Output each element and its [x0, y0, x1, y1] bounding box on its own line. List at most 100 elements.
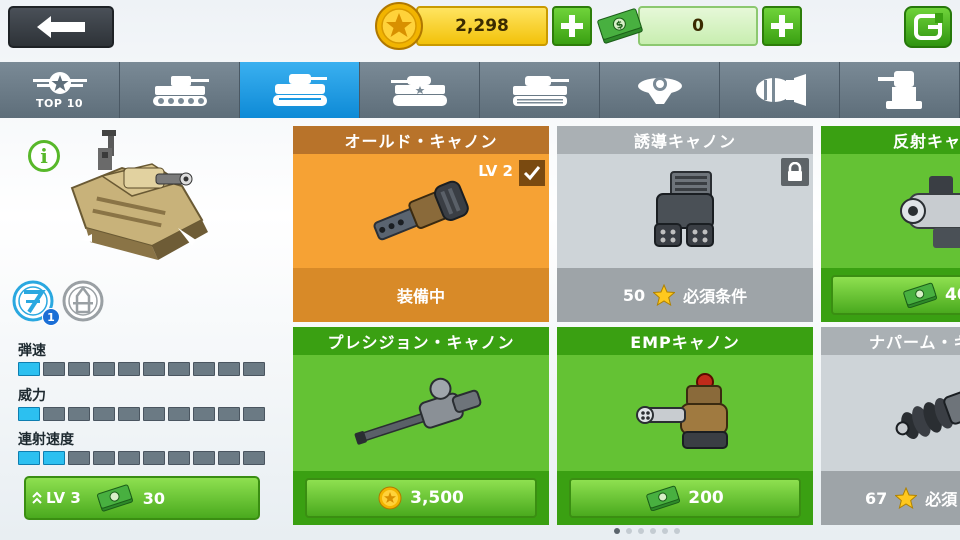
medium-tank-icon [390, 76, 447, 106]
piercing-ammo-icon[interactable] [62, 280, 104, 322]
stat-pip [243, 451, 265, 465]
card-title: 反射キャ [821, 126, 960, 154]
weapon-card-emp-cannon[interactable]: EMPキャノン 200 [557, 327, 813, 525]
stat-pip [43, 407, 65, 421]
weapon-card-old-cannon[interactable]: オールド・キャノン LV 2 装備中 [293, 126, 549, 322]
card-body [557, 154, 813, 268]
stat-label-speed: 弾速 [18, 343, 46, 359]
precision-cannon-image [354, 377, 482, 445]
old-cannon-image [373, 180, 469, 241]
upgrade-level-text: LV 3 [46, 489, 81, 507]
buy-button[interactable]: 200 [569, 478, 801, 518]
stat-pip [243, 407, 265, 421]
tab-top-10[interactable]: TOP 10 [0, 62, 120, 118]
tab-bomb[interactable] [720, 62, 840, 118]
page-dot[interactable] [650, 528, 656, 534]
cash-stack-icon: $ [597, 8, 643, 44]
card-title: ナパーム・キ [821, 327, 960, 355]
gameloft-button[interactable] [904, 6, 952, 48]
card-body [821, 355, 960, 471]
tab-turret[interactable] [840, 62, 960, 118]
upgrade-button[interactable]: LV 3 30 [24, 476, 260, 520]
card-title: EMPキャノン [557, 327, 813, 355]
back-button[interactable] [8, 6, 114, 48]
info-icon[interactable]: i [28, 140, 60, 172]
coin-balance: 2,298 [374, 2, 592, 50]
card-footer: 40 [821, 268, 960, 322]
page-dot[interactable] [614, 528, 620, 534]
category-tabs: TOP 10 [0, 62, 960, 118]
tab-tank[interactable] [120, 62, 240, 118]
stat-pip [93, 407, 115, 421]
weapon-card-napalm-cannon[interactable]: ナパーム・キ 67 必須 [821, 327, 960, 525]
star-emblem-icon [32, 72, 87, 94]
stat-pip [218, 362, 240, 376]
light-tank-icon [272, 74, 327, 106]
requirement-count: 67 [865, 488, 888, 508]
tab-hover-tank[interactable] [600, 62, 720, 118]
emp-cannon-image [636, 373, 728, 449]
tab-label: TOP 10 [35, 97, 84, 110]
stat-bar-speed [18, 362, 265, 378]
stat-bar-fire-rate [18, 451, 265, 467]
gold-coin-icon [378, 486, 402, 510]
buy-button[interactable]: 3,500 [305, 478, 537, 518]
tab-heavy-tank[interactable] [480, 62, 600, 118]
gold-coin-icon [375, 2, 423, 50]
card-title: オールド・キャノン [293, 126, 549, 154]
page-dot[interactable] [674, 528, 680, 534]
tab-medium-tank[interactable] [360, 62, 480, 118]
requirement-label: 必須条件 [683, 287, 748, 306]
stat-pip [243, 362, 265, 376]
card-title: 誘導キャノン [557, 126, 813, 154]
bomb-icon [755, 74, 806, 106]
stat-pip [68, 407, 90, 421]
weapon-card-precision-cannon[interactable]: プレシジョン・キャノン 3,500 [293, 327, 549, 525]
stat-label-power: 威力 [18, 388, 46, 404]
upgrade-level: LV 3 [32, 489, 81, 507]
weapon-card-reflect-cannon[interactable]: 反射キャ 40 [821, 126, 960, 322]
stat-pip [193, 407, 215, 421]
weapon-level: LV 2 [478, 162, 513, 180]
tab-light-tank[interactable] [240, 62, 360, 118]
page-dot[interactable] [638, 528, 644, 534]
napalm-cannon-image [895, 390, 960, 440]
buy-coins-button[interactable] [552, 6, 592, 46]
stat-pip [168, 407, 190, 421]
stat-pip [168, 451, 190, 465]
stat-pip [43, 362, 65, 376]
cash-amount: 0 [638, 6, 758, 46]
top-bar: 2,298 $ 0 [0, 0, 960, 60]
stat-pip [43, 451, 65, 465]
stat-pip [218, 407, 240, 421]
card-body: LV 2 [293, 154, 549, 268]
page-dot[interactable] [626, 528, 632, 534]
weapon-card-guided-cannon[interactable]: 誘導キャノン 50 必須条件 [557, 126, 813, 322]
stat-pip [193, 451, 215, 465]
stat-pip [143, 362, 165, 376]
cash-balance: $ 0 [596, 5, 802, 47]
buy-button[interactable]: 40 [831, 275, 960, 315]
stat-bar-power [18, 407, 265, 423]
plus-icon [561, 15, 583, 37]
heavy-tank-icon [512, 76, 569, 106]
cash-stack-icon [903, 282, 937, 308]
stat-label-fire-rate: 連射速度 [18, 432, 74, 448]
stat-pip [118, 407, 140, 421]
buy-cash-button[interactable] [762, 6, 802, 46]
tank-icon [152, 76, 209, 106]
page-indicator [614, 528, 680, 534]
stat-pip [68, 451, 90, 465]
requirement-count: 50 [622, 285, 646, 305]
card-title: プレシジョン・キャノン [293, 327, 549, 355]
card-footer: 装備中 [293, 268, 549, 322]
stat-pip [118, 362, 140, 376]
price: 200 [688, 488, 724, 508]
card-footer: 67 必須 [821, 471, 960, 525]
price: 3,500 [410, 488, 464, 508]
page-dot[interactable] [662, 528, 668, 534]
stat-pip [143, 451, 165, 465]
stat-pip [168, 362, 190, 376]
stat-pip [143, 407, 165, 421]
hover-tank-icon [637, 77, 682, 104]
